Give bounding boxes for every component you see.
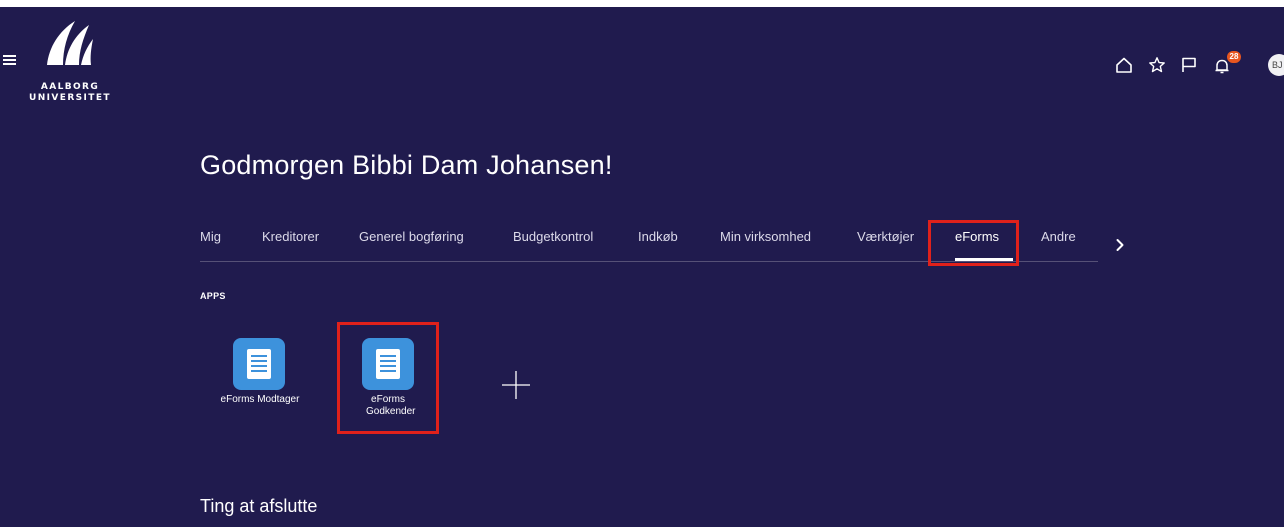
document-icon xyxy=(233,338,285,390)
apps-section-label: APPS xyxy=(200,291,226,301)
chevron-right-icon[interactable] xyxy=(1112,237,1128,253)
tab-budgetkontrol[interactable]: Budgetkontrol xyxy=(513,229,593,244)
hamburger-menu-icon[interactable] xyxy=(3,55,16,66)
notification-badge: 28 xyxy=(1227,51,1241,63)
star-icon[interactable] xyxy=(1146,54,1168,76)
page-greeting: Godmorgen Bibbi Dam Johansen! xyxy=(200,150,613,180)
tab-generel-bogforing[interactable]: Generel bogføring xyxy=(359,229,464,244)
flag-icon[interactable] xyxy=(1178,54,1200,76)
tab-kreditorer[interactable]: Kreditorer xyxy=(262,229,319,244)
logo-line-2: UNIVERSITET xyxy=(29,93,111,103)
app-shell: AALBORG UNIVERSITET 28 BJ Godmorgen Bibb… xyxy=(0,7,1284,527)
logo-line-1: AALBORG xyxy=(40,82,100,92)
tab-min-virksomhed[interactable]: Min virksomhed xyxy=(720,229,811,244)
home-icon[interactable] xyxy=(1113,54,1135,76)
tab-vaerktojer[interactable]: Værktøjer xyxy=(857,229,914,244)
app-highlight-box xyxy=(337,322,439,434)
avatar[interactable]: BJ xyxy=(1268,54,1284,76)
university-logo[interactable]: AALBORG UNIVERSITET xyxy=(24,17,116,113)
section-title-ting-at-afslutte: Ting at afslutte xyxy=(200,496,318,516)
logo-wordmark: AALBORG UNIVERSITET xyxy=(24,82,116,104)
tab-highlight-box xyxy=(928,220,1019,266)
tab-andre[interactable]: Andre xyxy=(1041,229,1076,244)
tab-mig[interactable]: Mig xyxy=(200,229,221,244)
logo-mark-icon xyxy=(47,21,93,65)
tab-indkob[interactable]: Indkøb xyxy=(638,229,678,244)
plus-icon[interactable] xyxy=(496,365,536,405)
app-tile-eforms-modtager[interactable]: eForms Modtager xyxy=(200,338,320,418)
app-label: eForms Modtager xyxy=(220,394,300,405)
